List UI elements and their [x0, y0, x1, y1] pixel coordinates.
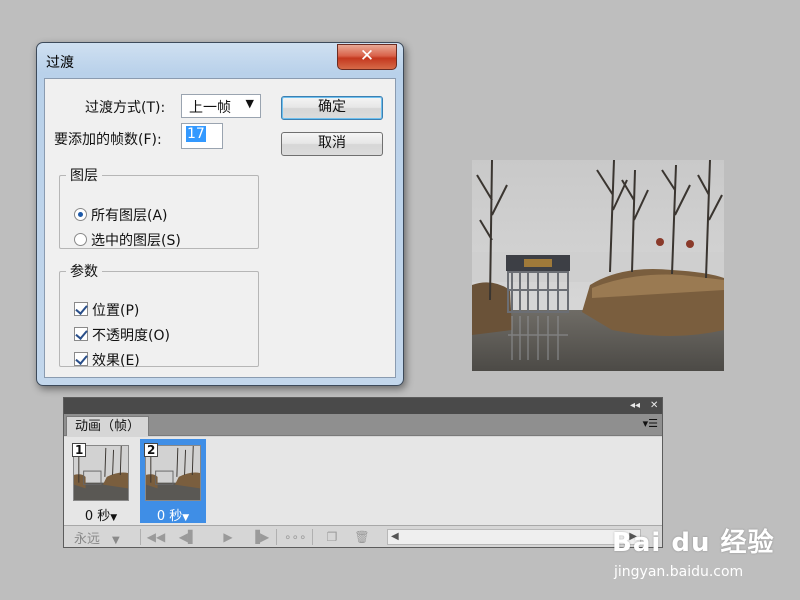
canvas-photo [472, 160, 724, 371]
checkbox-position[interactable]: 位置(P) [74, 300, 139, 320]
loop-select[interactable]: 永远 ▼ [74, 528, 120, 547]
frame-number: 1 [72, 443, 87, 457]
checkbox-checked-icon [74, 352, 88, 366]
frame-delay-value: 0 秒 [156, 509, 183, 524]
scroll-left-icon[interactable]: ◀ [391, 530, 399, 544]
checkbox-opacity[interactable]: 不透明度(O) [74, 325, 170, 345]
transition-method-select[interactable]: 上一帧 ▼ [181, 94, 261, 118]
close-icon[interactable]: ✕ [650, 398, 658, 414]
radio-selected-icon [74, 208, 87, 221]
dialog-title: 过渡 [46, 55, 74, 71]
radio-selected-layers-label: 选中的图层(S) [91, 233, 181, 249]
panel-footer: 永远 ▼ ◀◀ ◀▌ ▶ ▐▶ ∘∘∘ ❐ 🗑 ◀ ▶ [64, 525, 662, 547]
checkbox-checked-icon [74, 327, 88, 341]
dialog-body: 过渡方式(T): 上一帧 ▼ 要添加的帧数(F): 17 确定 取消 图层 所有… [44, 78, 396, 378]
checkbox-opacity-label: 不透明度(O) [92, 328, 170, 344]
tween-icon[interactable]: ∘∘∘ [284, 528, 307, 546]
ok-button[interactable]: 确定 [281, 96, 383, 120]
layers-group: 图层 所有图层(A) 选中的图层(S) [59, 165, 259, 249]
transition-method-value: 上一帧 [189, 100, 231, 116]
radio-all-layers-label: 所有图层(A) [91, 208, 168, 224]
duplicate-frame-icon[interactable]: ❐ [322, 528, 342, 546]
divider [312, 529, 313, 545]
frame-delay[interactable]: 0 秒▼ [140, 505, 206, 524]
double-chevron-icon[interactable]: ◂◂ [630, 398, 640, 414]
frames-scrollbar[interactable]: ◀ ▶ [387, 529, 641, 545]
watermark-brand: Bai du 经验 [612, 528, 775, 558]
panel-tab-bar: 动画（帧） ▾☰ [64, 414, 662, 436]
transition-dialog: 过渡 ✕ 过渡方式(T): 上一帧 ▼ 要添加的帧数(F): 17 确定 取消 … [36, 42, 404, 386]
panel-title-bar: ◂◂ ✕ [64, 398, 662, 414]
divider [276, 529, 277, 545]
dialog-close-button[interactable]: ✕ [337, 44, 397, 70]
frames-to-add-input[interactable]: 17 [181, 123, 223, 149]
animation-panel: ◂◂ ✕ 动画（帧） ▾☰ 1 0 秒▼ 2 0 秒▼ 永远 ▼ ◀◀ ◀▌ ▶… [63, 397, 663, 548]
trash-icon[interactable]: 🗑 [352, 528, 372, 546]
frame-2[interactable]: 2 0 秒▼ [140, 439, 206, 524]
layers-group-legend: 图层 [70, 168, 98, 184]
watermark-url: jingyan.baidu.com [614, 564, 744, 580]
radio-selected-layers[interactable]: 选中的图层(S) [74, 230, 181, 250]
frame-delay[interactable]: 0 秒▼ [68, 505, 134, 524]
chevron-down-icon: ▼ [245, 97, 254, 110]
tab-animation-frames[interactable]: 动画（帧） [66, 416, 150, 436]
previous-frame-icon[interactable]: ◀▌ [178, 528, 198, 546]
params-group: 参数 位置(P) 不透明度(O) 效果(E) [59, 261, 259, 370]
radio-all-layers[interactable]: 所有图层(A) [74, 205, 168, 225]
checkbox-effects[interactable]: 效果(E) [74, 350, 140, 370]
first-frame-icon[interactable]: ◀◀ [146, 528, 166, 546]
panel-menu-icon[interactable]: ▾☰ [643, 417, 658, 430]
checkbox-checked-icon [74, 302, 88, 316]
loop-value: 永远 [74, 532, 101, 547]
next-frame-icon[interactable]: ▐▶ [250, 528, 270, 546]
frames-to-add-value: 17 [186, 126, 206, 142]
frame-delay-value: 0 秒 [84, 509, 111, 524]
caret-down-icon: ▼ [182, 513, 190, 523]
frame-number: 2 [144, 443, 159, 457]
radio-unselected-icon [74, 233, 87, 246]
frames-to-add-label: 要添加的帧数(F): [54, 132, 162, 148]
cancel-button[interactable]: 取消 [281, 132, 383, 156]
checkbox-position-label: 位置(P) [92, 303, 140, 319]
params-group-legend: 参数 [70, 264, 98, 280]
caret-down-icon: ▼ [110, 513, 118, 523]
transition-method-label: 过渡方式(T): [85, 100, 166, 116]
chevron-down-icon: ▼ [112, 535, 120, 546]
divider [140, 529, 141, 545]
frame-1[interactable]: 1 0 秒▼ [68, 439, 134, 524]
checkbox-effects-label: 效果(E) [92, 353, 140, 369]
play-icon[interactable]: ▶ [218, 528, 238, 546]
frames-area: 1 0 秒▼ 2 0 秒▼ [64, 437, 662, 525]
